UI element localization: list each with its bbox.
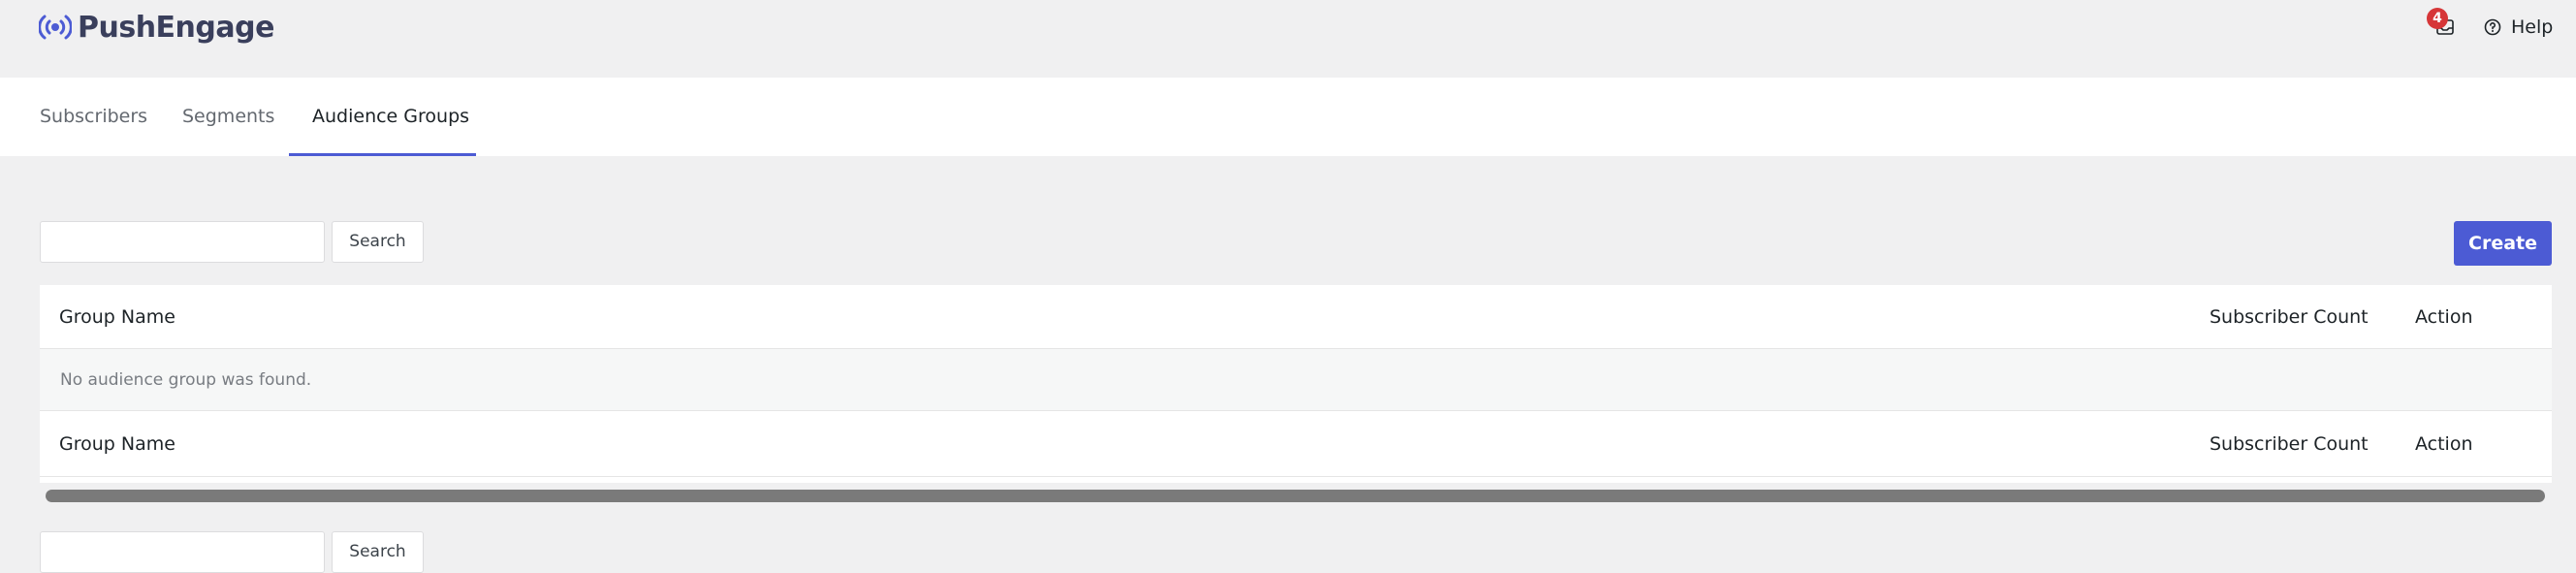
horizontal-scrollbar[interactable]: [40, 488, 2552, 503]
audience-groups-table: Group Name Subscriber Count Action No au…: [40, 285, 2552, 483]
logo-text: PushEngage: [78, 10, 274, 45]
table-footer-row: Group Name Subscriber Count Action: [40, 411, 2552, 477]
empty-state-row: No audience group was found.: [40, 349, 2552, 411]
column-header-group-name[interactable]: Group Name: [59, 285, 175, 348]
active-tab-indicator: [289, 153, 476, 156]
footer-column-group-name[interactable]: Group Name: [59, 411, 175, 476]
footer-column-action: Action: [2415, 432, 2473, 455]
top-bar: PushEngage 4 Help: [0, 0, 2576, 78]
bottom-search-button[interactable]: Search: [332, 531, 424, 573]
table-header-row: Group Name Subscriber Count Action: [40, 285, 2552, 349]
create-button[interactable]: Create: [2454, 221, 2552, 266]
tab-subscribers[interactable]: Subscribers: [40, 78, 147, 156]
help-circle-icon: [2484, 18, 2501, 36]
logo[interactable]: PushEngage: [39, 8, 274, 47]
empty-state-message: No audience group was found.: [60, 369, 312, 390]
footer-column-subscriber-count[interactable]: Subscriber Count: [2210, 411, 2369, 476]
tab-segments[interactable]: Segments: [182, 78, 274, 156]
tab-audience-groups[interactable]: Audience Groups: [312, 78, 469, 156]
help-label: Help: [2511, 16, 2554, 38]
broadcast-logo-icon: [39, 15, 72, 40]
column-header-action: Action: [2415, 305, 2473, 328]
scrollbar-thumb[interactable]: [46, 490, 2545, 502]
notifications-button[interactable]: 4: [2427, 8, 2457, 41]
help-button[interactable]: Help: [2484, 14, 2553, 41]
bottom-search-input[interactable]: [40, 531, 325, 573]
tab-bar: Subscribers Segments Audience Groups: [0, 78, 2576, 156]
notification-count-badge: 4: [2427, 8, 2448, 29]
column-header-subscriber-count[interactable]: Subscriber Count: [2210, 285, 2369, 348]
search-input[interactable]: [40, 221, 325, 263]
search-button[interactable]: Search: [332, 221, 424, 263]
